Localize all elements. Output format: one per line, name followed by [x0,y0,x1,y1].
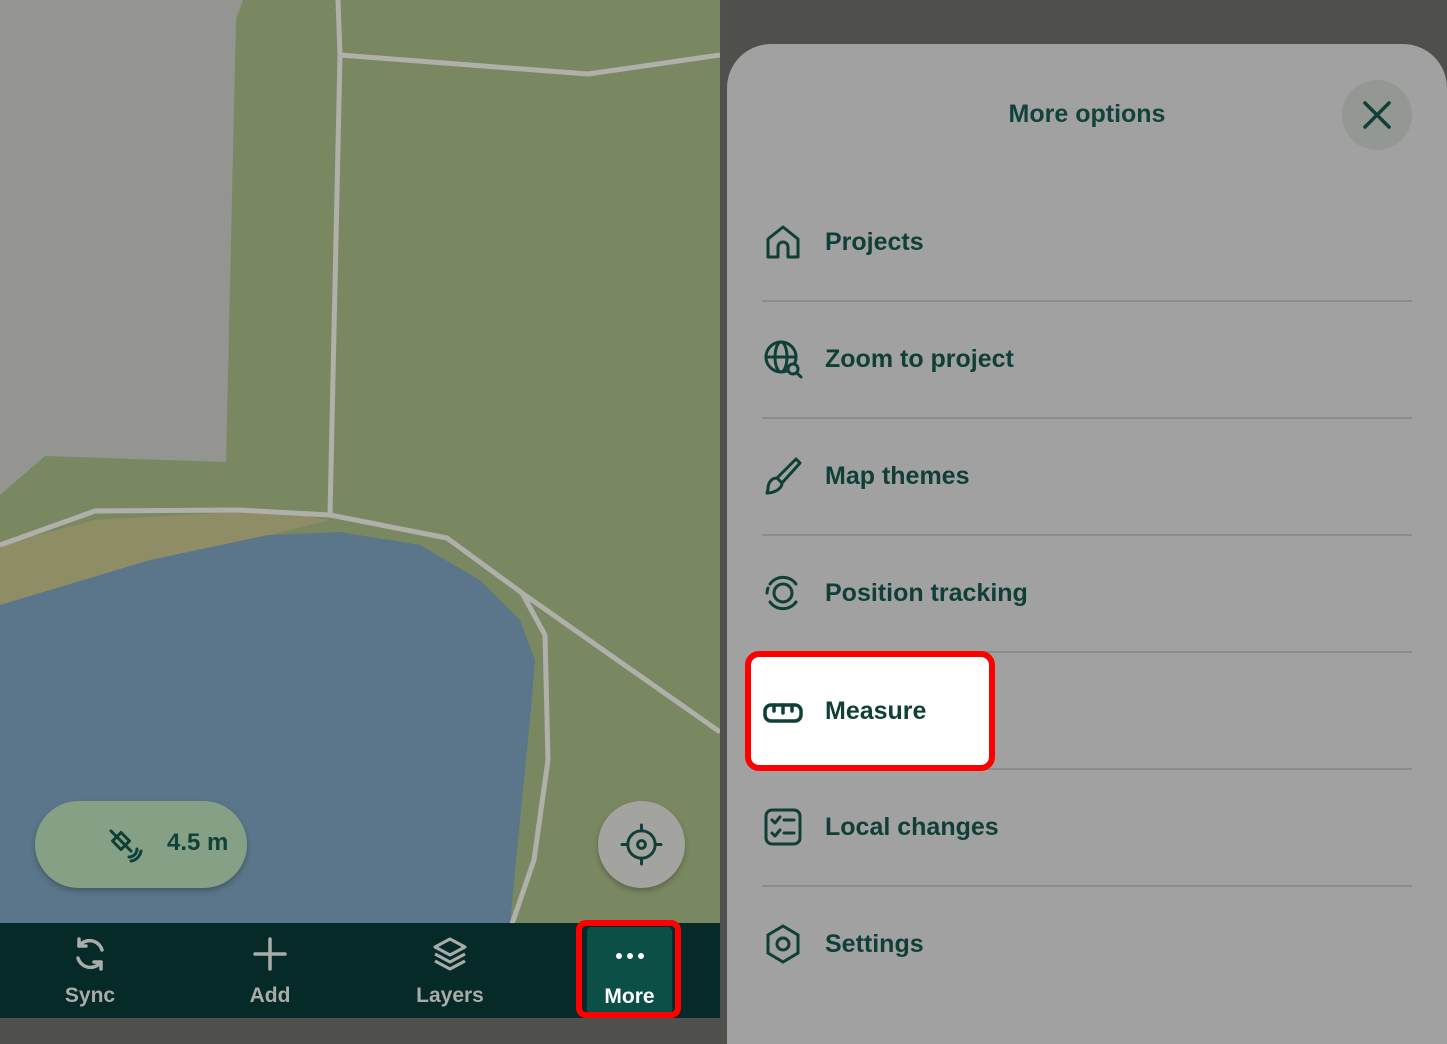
map-screen: 4.5 m Sync Add Layers More [0,0,720,1018]
nav-layers[interactable]: Layers [395,923,505,1018]
nav-sync[interactable]: Sync [35,923,145,1018]
checklist-icon [764,808,802,846]
nav-sync-label: Sync [64,984,116,1007]
close-button[interactable] [1342,80,1412,150]
bottom-navigation: Sync Add Layers More [0,923,720,1018]
settings-icon [766,924,800,964]
menu-item-map-themes[interactable]: Map themes [762,418,1412,535]
globe-search-icon [764,340,803,379]
menu-item-label: Measure [825,697,927,725]
nav-more-label: More [604,985,655,1008]
menu-item-label: Map themes [825,462,970,490]
brush-icon [765,457,802,495]
menu-item-position-tracking[interactable]: Position tracking [762,535,1412,652]
sync-icon [76,937,104,971]
menu-item-measure[interactable]: Measure [762,655,1002,770]
nav-more[interactable]: More [587,927,672,1014]
nav-add-label: Add [249,984,291,1007]
menu-item-label: Position tracking [825,579,1028,607]
map-canvas[interactable] [0,0,720,924]
menu-item-zoom-to-project[interactable]: Zoom to project [762,301,1412,418]
nav-layers-label: Layers [416,984,484,1007]
plus-icon [253,937,287,971]
close-icon [1363,101,1391,129]
menu-item-settings[interactable]: Settings [762,886,1412,1003]
home-icon [766,225,800,259]
gps-accuracy-indicator[interactable]: 4.5 m [35,801,247,888]
menu-item-local-changes[interactable]: Local changes [762,769,1412,886]
menu-item-label: Settings [825,930,924,958]
center-location-button[interactable] [598,801,685,888]
more-options-sheet: More options Projects Zoom to project Ma… [727,44,1447,1044]
satellite-icon [109,829,143,863]
crosshair-icon [620,823,663,866]
menu-item-label: Projects [825,228,924,256]
menu-item-projects[interactable]: Projects [762,184,1412,301]
sheet-title: More options [1008,100,1166,128]
menu-item-label: Local changes [825,813,999,841]
ruler-icon [763,703,803,723]
layers-icon [433,937,467,971]
position-tracking-icon [765,575,798,611]
nav-add[interactable]: Add [215,923,325,1018]
menu-item-label: Zoom to project [825,345,1014,373]
more-dots-icon [616,953,644,959]
gps-accuracy-value: 4.5 m [167,829,229,856]
